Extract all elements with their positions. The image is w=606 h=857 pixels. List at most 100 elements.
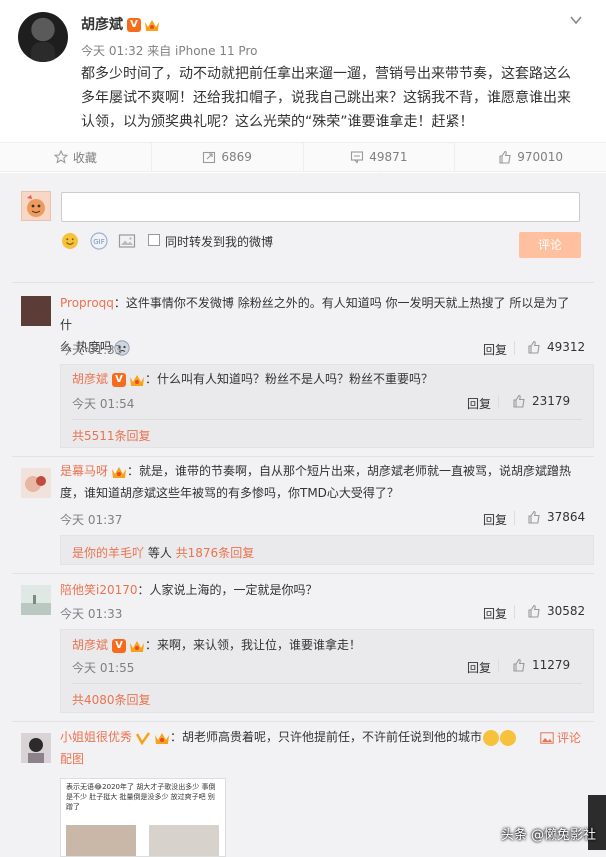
avatar-art-icon — [21, 595, 51, 615]
post-text-line: 多年屡试不爽啊！还给我扣帽子，说我自己跳出来？这锅我不背，谁愿意谁出来 — [81, 90, 571, 106]
divider — [72, 683, 582, 684]
divider — [12, 573, 594, 574]
commenter-avatar[interactable] — [21, 296, 51, 326]
crown-icon — [130, 640, 145, 652]
post-meta: 今天 01:32 来自 iPhone 11 Pro — [81, 44, 258, 58]
more-replies-link[interactable]: 共1876条回复 — [176, 546, 255, 560]
sync-repost-checkbox[interactable] — [148, 234, 160, 246]
comment-body: 小姐姐很优秀 ：胡老师高贵着呢，只许他提前任，不许前任说到他的城市 配图 — [60, 726, 580, 770]
comment-username[interactable]: 小姐姐很优秀 — [60, 730, 132, 744]
reply-button[interactable]: 回复 — [467, 395, 491, 412]
comment-body: 陪他笑i20170：人家说上海的，一定就是你吗？ — [60, 579, 580, 601]
comment-username[interactable]: 是幕马呀 — [60, 464, 108, 478]
comment-pic-link[interactable]: 评论 — [540, 729, 581, 746]
commenter-avatar[interactable] — [21, 733, 51, 763]
comment-like-button[interactable]: 49312 — [527, 340, 585, 354]
verified-icon: V — [127, 18, 141, 32]
sub-reply-like-count: 23179 — [532, 394, 571, 408]
post-author-name[interactable]: 胡彦斌 — [81, 17, 123, 33]
cartoon-avatar-icon — [27, 195, 45, 217]
submit-comment-button[interactable]: 评论 — [519, 232, 581, 258]
divider — [498, 395, 499, 409]
comment-button[interactable]: 49871 — [304, 143, 456, 178]
sub-reply-text: ：什么叫有人知道吗？粉丝不是人吗？粉丝不重要吗？ — [145, 372, 434, 386]
crown-icon — [130, 374, 145, 386]
chevron-down-icon[interactable] — [570, 14, 582, 26]
commenter-avatar[interactable] — [21, 468, 51, 498]
post-body: 都多少时间了，动不动就把前任拿出来遛一遛，营销号出来带节奏，这套路这么 多年屡试… — [81, 62, 581, 134]
divider — [514, 511, 515, 525]
thumbnail-photo — [149, 825, 219, 856]
comment-count: 49871 — [369, 150, 408, 164]
comment-like-button[interactable]: 30582 — [527, 604, 585, 618]
reply-button[interactable]: 回复 — [483, 511, 507, 528]
sub-reply-text: ：来啊，来认领，我让位，谁要谁拿走！ — [145, 638, 362, 652]
comment-like-count: 49312 — [547, 340, 586, 354]
comment-time: 今天 01:33 — [60, 343, 123, 357]
avatar-art-icon — [25, 476, 46, 492]
sub-reply-like-button[interactable]: 11279 — [512, 658, 570, 672]
post-text-line: 认领，以为颁奖典礼呢？这么光荣的“殊荣”谁要谁拿走！赶紧！ — [81, 114, 474, 130]
reply-preview-username[interactable]: 是你的羊毛吖 — [72, 546, 144, 560]
my-avatar — [21, 191, 51, 221]
like-button[interactable]: 970010 — [455, 143, 606, 171]
sub-reply-time: 今天 01:54 — [72, 397, 135, 411]
comment-username[interactable]: Proproqq — [60, 296, 114, 310]
divider — [12, 721, 594, 722]
comment-text: ：这件事情你不发微博 除粉丝之外的。有人知道吗 你一发明天就上热搜了 所以是为了… — [60, 296, 570, 332]
more-replies-link[interactable]: 共5511条回复 — [72, 427, 151, 444]
reply-button[interactable]: 回复 — [483, 605, 507, 622]
comment-time: 今天 01:37 — [60, 513, 123, 527]
thumbs-up-icon — [499, 150, 511, 164]
watermark: 头条 @懒兔影社 — [500, 828, 596, 843]
reply-preview-text: 等人 — [144, 546, 176, 560]
sub-reply-username[interactable]: 胡彦斌 — [72, 372, 108, 386]
post-text-line: 都多少时间了，动不动就把前任拿出来遛一遛，营销号出来带节奏，这套路这么 — [81, 66, 571, 82]
commenter-avatar[interactable] — [21, 585, 51, 615]
thumbs-up-icon — [513, 394, 525, 408]
crown-icon — [145, 20, 159, 31]
sub-reply-like-button[interactable]: 23179 — [512, 394, 570, 408]
view-picture-link[interactable]: 配图 — [60, 752, 84, 766]
crown-icon — [112, 466, 127, 478]
verified-icon: V — [112, 638, 127, 653]
sad-emoji-icon — [500, 729, 517, 746]
reply-button[interactable]: 回复 — [483, 341, 507, 358]
comment-icon — [351, 151, 364, 164]
comment-pic-label: 评论 — [557, 731, 582, 745]
comment-composer — [0, 173, 606, 275]
more-replies-link[interactable]: 共4080条回复 — [72, 691, 151, 708]
sub-reply-username[interactable]: 胡彦斌 — [72, 638, 108, 652]
comment-text: ：人家说上海的，一定就是你吗？ — [137, 583, 318, 597]
post-author-row: 胡彦斌 V — [81, 14, 160, 34]
emoji-icon[interactable] — [61, 232, 79, 250]
comment-time: 今天 01:33 — [60, 607, 123, 621]
comment-like-count: 37864 — [547, 510, 586, 524]
image-icon[interactable] — [118, 232, 136, 250]
more-replies-row: 是你的羊毛吖 等人 共1876条回复 — [72, 544, 254, 561]
comment-text: ：就是，谁带的节奏啊，自从那个短片出来，胡彦斌老师就一直被骂，说胡彦斌蹭热 — [127, 464, 572, 478]
star-icon — [53, 150, 68, 164]
comment-body: 是幕马呀 ：就是，谁带的节奏啊，自从那个短片出来，胡彦斌老师就一直被骂，说胡彦斌蹭… — [60, 460, 580, 504]
comment-username[interactable]: 陪他笑i20170 — [60, 583, 138, 597]
thumbnail-text: 表示无语😂2020年了 胡大才子歌没出多少 事倒是不少 肚子挺大 批量倒是没多少… — [66, 783, 216, 811]
favorite-button[interactable]: 收藏 — [0, 143, 152, 171]
divider — [12, 282, 594, 283]
thumbs-up-icon — [528, 340, 540, 354]
comment-text: ：胡老师高贵着呢，只许他提前任，不许前任说到他的城市 — [170, 730, 483, 744]
verified-icon: V — [112, 372, 127, 387]
comment-image-thumbnail[interactable]: 表示无语😂2020年了 胡大才子歌没出多少 事倒是不少 肚子挺大 批量倒是没多少… — [60, 778, 226, 857]
reply-button[interactable]: 回复 — [467, 659, 491, 676]
gif-icon[interactable]: GIF — [90, 232, 108, 250]
repost-icon — [203, 151, 216, 164]
divider — [12, 456, 594, 457]
thumbs-up-icon — [528, 604, 540, 618]
comment-input[interactable] — [61, 192, 580, 222]
sub-reply-body: 胡彦斌 V ：来啊，来认领，我让位，谁要谁拿走！ — [72, 634, 361, 656]
like-count: 970010 — [517, 150, 564, 164]
repost-button[interactable]: 6869 — [152, 143, 304, 171]
comment-like-button[interactable]: 37864 — [527, 510, 585, 524]
image-icon — [540, 731, 554, 744]
divider — [498, 659, 499, 673]
author-avatar[interactable] — [18, 12, 68, 62]
